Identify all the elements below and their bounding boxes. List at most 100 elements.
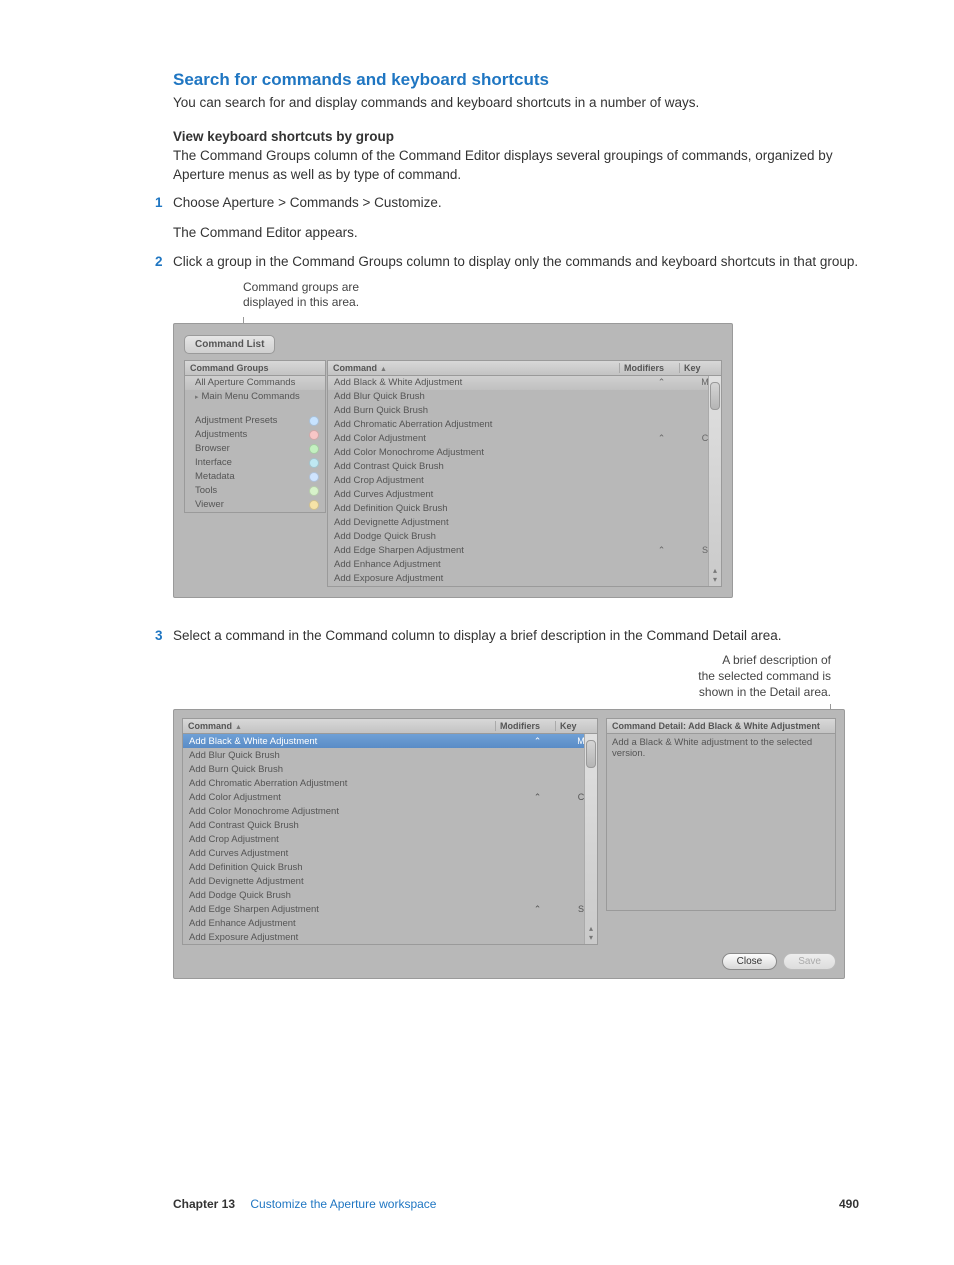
color-dot-icon xyxy=(309,500,319,510)
step-1-text: Choose Aperture > Commands > Customize. xyxy=(173,195,442,210)
command-row[interactable]: Add Curves Adjustment xyxy=(183,846,597,860)
command-row[interactable]: Add Enhance Adjustment xyxy=(328,558,721,572)
command-list-2[interactable]: Add Black & White Adjustment⌃M Add Blur Q… xyxy=(182,734,598,945)
group-row-label: All Aperture Commands xyxy=(195,377,295,388)
command-groups-header[interactable]: Command Groups xyxy=(184,360,326,376)
command-cell: Add Black & White Adjustment xyxy=(189,736,510,747)
footer-title: Customize the Aperture workspace xyxy=(250,1197,436,1211)
callout-line-icon xyxy=(243,317,859,323)
command-row[interactable]: Add Edge Sharpen Adjustment⌃S xyxy=(183,902,597,916)
group-row-mainmenu[interactable]: ▸Main Menu Commands xyxy=(185,390,325,404)
command-cell: Add Crop Adjustment xyxy=(189,834,510,845)
command-groups-column: Command Groups All Aperture Commands ▸Ma… xyxy=(184,360,326,587)
command-row[interactable]: Add Definition Quick Brush xyxy=(328,502,721,516)
command-row[interactable]: Add Blur Quick Brush xyxy=(328,390,721,404)
command-row[interactable]: Add Color Adjustment⌃C xyxy=(328,432,721,446)
command-column-2: Command▲ Modifiers Key Add Black & White… xyxy=(182,718,598,945)
group-row[interactable]: Metadata xyxy=(185,470,325,484)
command-row[interactable]: Add Exposure Adjustment xyxy=(328,572,721,586)
command-header-row-2[interactable]: Command▲ Modifiers Key xyxy=(182,718,598,734)
command-row[interactable]: Add Burn Quick Brush xyxy=(183,762,597,776)
modifier-cell: ⌃ xyxy=(510,904,565,915)
group-row-label: Interface xyxy=(195,457,232,468)
scroll-arrows[interactable]: ▴▾ xyxy=(589,924,593,942)
command-row[interactable]: Add Curves Adjustment xyxy=(328,488,721,502)
header-command: Command xyxy=(188,721,232,731)
command-list-tab[interactable]: Command List xyxy=(184,335,275,354)
group-row[interactable]: Tools xyxy=(185,484,325,498)
header-key: Key xyxy=(555,721,592,731)
command-row[interactable]: Add Blur Quick Brush xyxy=(183,748,597,762)
command-row[interactable]: Add Color Adjustment⌃C xyxy=(183,790,597,804)
scroll-thumb[interactable] xyxy=(710,382,720,410)
command-list[interactable]: Add Black & White Adjustment⌃MAdd Blur Q… xyxy=(327,376,722,587)
command-row[interactable]: Add Dodge Quick Brush xyxy=(328,530,721,544)
command-row[interactable]: Add Color Monochrome Adjustment xyxy=(183,804,597,818)
step-1: Choose Aperture > Commands > Customize. … xyxy=(155,193,859,242)
scrollbar[interactable]: ▴▾ xyxy=(708,376,721,586)
command-row[interactable]: Add Black & White Adjustment⌃M xyxy=(183,734,597,748)
group-row[interactable]: Interface xyxy=(185,456,325,470)
modifier-cell xyxy=(510,778,565,789)
command-row[interactable]: Add Devignette Adjustment xyxy=(328,516,721,530)
command-cell: Add Chromatic Aberration Adjustment xyxy=(189,778,510,789)
footer-page-number: 490 xyxy=(839,1197,859,1211)
scroll-arrows[interactable]: ▴▾ xyxy=(713,566,717,584)
modifier-cell xyxy=(510,820,565,831)
group-row-label: Browser xyxy=(195,443,230,454)
command-detail-panel: Command Detail: Add Black & White Adjust… xyxy=(606,718,836,945)
command-cell: Add Exposure Adjustment xyxy=(189,932,510,943)
save-button[interactable]: Save xyxy=(783,953,836,970)
step-3-text: Select a command in the Command column t… xyxy=(173,628,782,643)
group-row-all[interactable]: All Aperture Commands xyxy=(185,376,325,390)
modifier-cell xyxy=(634,391,689,402)
scroll-thumb[interactable] xyxy=(586,740,596,768)
header-key: Key xyxy=(679,363,716,373)
modifier-cell xyxy=(634,489,689,500)
command-cell: Add Edge Sharpen Adjustment xyxy=(334,545,634,556)
close-button[interactable]: Close xyxy=(722,953,778,970)
command-cell: Add Dodge Quick Brush xyxy=(334,531,634,542)
command-row[interactable]: Add Enhance Adjustment xyxy=(183,916,597,930)
command-row[interactable]: Add Color Monochrome Adjustment xyxy=(328,446,721,460)
sort-asc-icon: ▲ xyxy=(235,724,242,731)
command-header-row[interactable]: Command▲ Modifiers Key xyxy=(327,360,722,376)
group-row-label: Main Menu Commands xyxy=(202,391,300,402)
modifier-cell xyxy=(634,419,689,430)
color-dot-icon xyxy=(309,472,319,482)
step-2-text: Click a group in the Command Groups colu… xyxy=(173,254,858,269)
color-dot-icon xyxy=(309,430,319,440)
step-1-after: The Command Editor appears. xyxy=(173,223,859,243)
command-row[interactable]: Add Crop Adjustment xyxy=(183,832,597,846)
command-row[interactable]: Add Black & White Adjustment⌃M xyxy=(328,376,721,390)
command-row[interactable]: Add Definition Quick Brush xyxy=(183,860,597,874)
command-row[interactable]: Add Contrast Quick Brush xyxy=(183,818,597,832)
modifier-cell xyxy=(634,475,689,486)
modifier-cell xyxy=(510,890,565,901)
command-row[interactable]: Add Edge Sharpen Adjustment⌃S xyxy=(328,544,721,558)
step-2: Click a group in the Command Groups colu… xyxy=(155,252,859,272)
command-row[interactable]: Add Contrast Quick Brush xyxy=(328,460,721,474)
modifier-cell xyxy=(510,834,565,845)
command-row[interactable]: Add Crop Adjustment xyxy=(328,474,721,488)
group-row-label: Adjustment Presets xyxy=(195,415,277,426)
command-row[interactable]: Add Chromatic Aberration Adjustment xyxy=(328,418,721,432)
figure-2-caption-l1: A brief description of xyxy=(722,653,831,667)
command-cell: Add Blur Quick Brush xyxy=(189,750,510,761)
scrollbar[interactable]: ▴▾ xyxy=(584,734,597,944)
group-row[interactable]: Viewer xyxy=(185,498,325,512)
modifier-cell xyxy=(510,918,565,929)
command-groups-list[interactable]: All Aperture Commands ▸Main Menu Command… xyxy=(184,376,326,513)
command-column: Command▲ Modifiers Key Add Black & White… xyxy=(327,360,722,587)
header-modifiers: Modifiers xyxy=(495,721,555,731)
command-row[interactable]: Add Chromatic Aberration Adjustment xyxy=(183,776,597,790)
command-row[interactable]: Add Dodge Quick Brush xyxy=(183,888,597,902)
group-row[interactable]: Adjustments xyxy=(185,428,325,442)
lead-paragraph: You can search for and display commands … xyxy=(95,94,859,113)
command-row[interactable]: Add Devignette Adjustment xyxy=(183,874,597,888)
group-row[interactable]: Adjustment Presets xyxy=(185,414,325,428)
command-cell: Add Black & White Adjustment xyxy=(334,377,634,388)
command-row[interactable]: Add Burn Quick Brush xyxy=(328,404,721,418)
group-row[interactable]: Browser xyxy=(185,442,325,456)
command-row[interactable]: Add Exposure Adjustment xyxy=(183,930,597,944)
